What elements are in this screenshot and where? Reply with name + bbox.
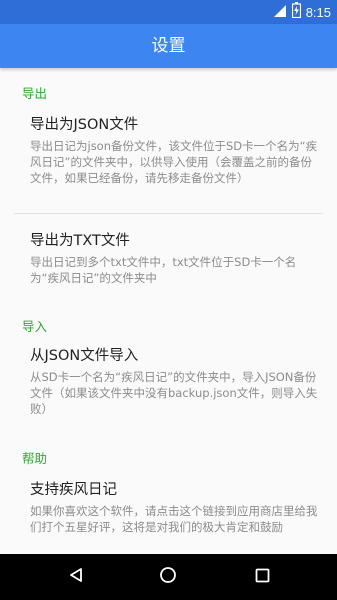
page-title: 设置 (151, 36, 186, 56)
home-icon (159, 566, 177, 588)
battery-charging-icon (291, 2, 301, 22)
pref-support-app[interactable]: 支持疾风日记 如果你喜欢这个软件，请点击这个链接到应用商店里给我们打个五星好评，… (30, 481, 320, 535)
back-button[interactable] (46, 554, 106, 600)
status-time: 8:15 (305, 4, 331, 20)
section-header-export: 导出 (22, 86, 48, 101)
status-bar: 8:15 (0, 0, 337, 24)
home-button[interactable] (138, 554, 198, 600)
section-header-help: 帮助 (22, 451, 48, 466)
settings-list: 导出 导出为JSON文件 导出日记为json备份文件，该文件位于SD卡一个名为“… (0, 68, 337, 554)
pref-export-json[interactable]: 导出为JSON文件 导出日记为json备份文件，该文件位于SD卡一个名为“疾风日… (30, 116, 320, 186)
status-icons: 8:15 (273, 0, 331, 24)
pref-title: 导出为JSON文件 (30, 117, 139, 133)
pref-import-json[interactable]: 从JSON文件导入 从SD卡一个名为“疾风日记”的文件夹中，导入JSON备份文件… (30, 347, 320, 417)
pref-summary: 导出日记为json备份文件，该文件位于SD卡一个名为“疾风日记”的文件夹中，以供… (30, 139, 318, 185)
wifi-signal-icon (273, 3, 287, 22)
back-icon (68, 567, 84, 587)
section-header-import: 导入 (22, 319, 48, 334)
navigation-bar (0, 554, 337, 600)
pref-summary: 导出日记到多个txt文件中，txt文件位于SD卡一个名为“疾风日记”的文件夹中 (30, 255, 297, 285)
pref-title: 支持疾风日记 (30, 482, 117, 498)
app-bar: 设置 (0, 24, 337, 68)
divider (14, 213, 323, 214)
recents-icon (255, 568, 270, 587)
pref-summary: 如果你喜欢这个软件，请点击这个链接到应用商店里给我们打个五星好评，这将是对我们的… (30, 504, 318, 534)
pref-export-txt[interactable]: 导出为TXT文件 导出日记到多个txt文件中，txt文件位于SD卡一个名为“疾风… (30, 232, 320, 286)
pref-summary: 从SD卡一个名为“疾风日记”的文件夹中，导入JSON备份文件（如果该文件夹中没有… (30, 370, 318, 416)
recents-button[interactable] (232, 554, 292, 600)
pref-title: 导出为TXT文件 (30, 233, 130, 249)
pref-title: 从JSON文件导入 (30, 348, 139, 364)
